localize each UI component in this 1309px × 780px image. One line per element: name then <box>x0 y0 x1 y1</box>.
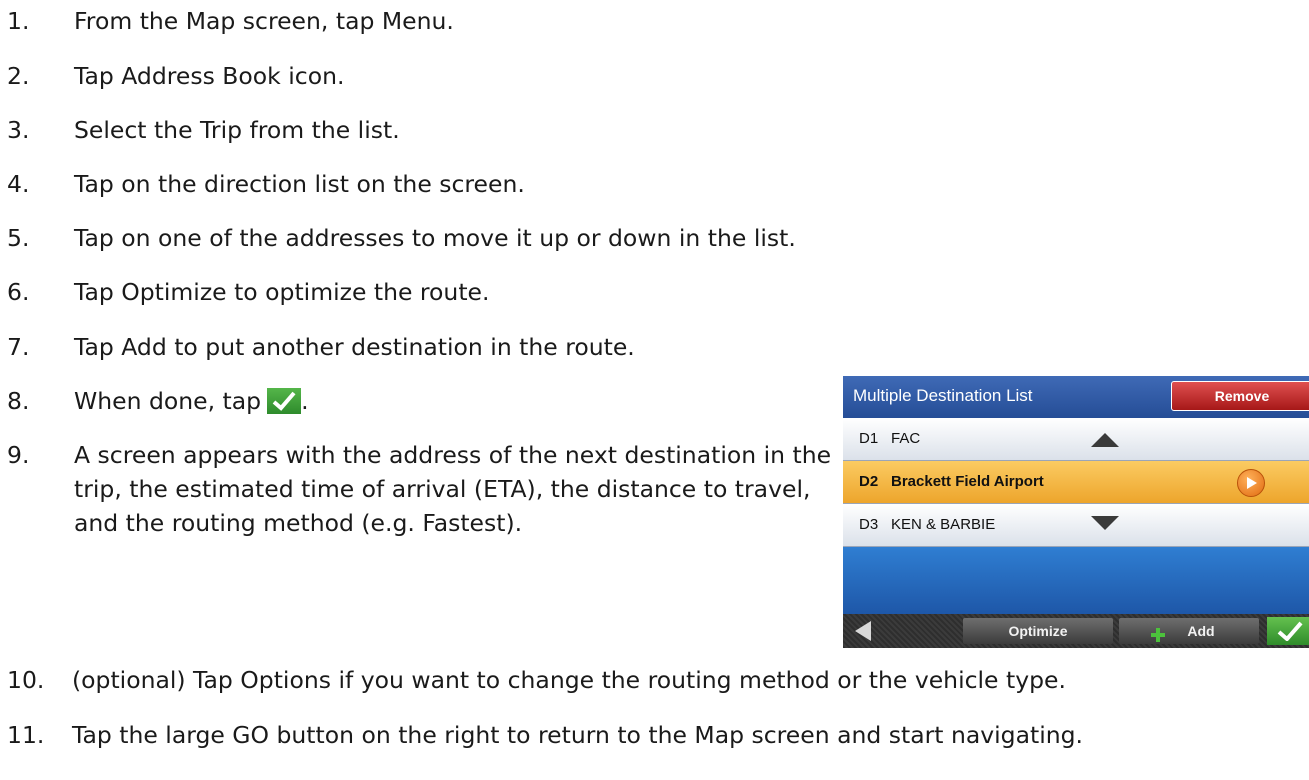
row-name: Brackett Field Airport <box>891 473 1044 490</box>
plus-icon <box>1151 624 1165 648</box>
step-text: Select the Trip from the list. <box>74 116 400 144</box>
row-label: D3 <box>859 516 879 533</box>
row-name: FAC <box>891 430 921 447</box>
step-number: 5. <box>7 224 30 252</box>
step-number: 3. <box>7 116 30 144</box>
step-text: A screen appears with the address of the… <box>74 441 832 537</box>
device-title: Multiple Destination List <box>853 386 1033 405</box>
step-text: Tap Address Book icon. <box>74 62 345 90</box>
step-suffix: . <box>301 387 309 415</box>
step-number: 6. <box>7 278 30 306</box>
row-label: D2 <box>859 473 879 490</box>
device-screenshot: Multiple Destination List Remove D1 FAC … <box>843 376 1309 648</box>
add-button[interactable]: Add <box>1119 618 1259 644</box>
device-footer: Optimize Add <box>843 614 1309 648</box>
step-number: 11. <box>7 721 45 749</box>
move-down-icon[interactable] <box>1091 516 1119 534</box>
step-text: Tap on one of the addresses to move it u… <box>74 224 796 252</box>
step-text: (optional) Tap Options if you want to ch… <box>72 666 1066 694</box>
empty-list-area <box>843 547 1309 614</box>
confirm-button[interactable] <box>1267 617 1309 645</box>
device-header: Multiple Destination List Remove <box>843 376 1309 418</box>
step-text: Tap Add to put another destination in th… <box>74 333 635 361</box>
step-text: When done, tap. <box>74 384 309 418</box>
destination-row-d1[interactable]: D1 FAC <box>843 418 1309 461</box>
back-arrow-icon[interactable] <box>851 619 875 648</box>
step-number: 1. <box>7 7 30 35</box>
step-text: Tap on the direction list on the screen. <box>74 170 525 198</box>
checkmark-icon <box>267 388 302 414</box>
destination-row-d2[interactable]: D2 Brackett Field Airport <box>843 461 1309 504</box>
step-text: Tap Optimize to optimize the route. <box>74 278 490 306</box>
row-label: D1 <box>859 430 879 447</box>
step-number: 4. <box>7 170 30 198</box>
row-name: KEN & BARBIE <box>891 516 996 533</box>
step-number: 10. <box>7 666 45 694</box>
step-text-main: When done, tap <box>74 387 262 415</box>
step-number: 2. <box>7 62 30 90</box>
step-number: 7. <box>7 333 30 361</box>
remove-button[interactable]: Remove <box>1171 381 1309 411</box>
step-number: 8. <box>7 387 30 415</box>
step-text: Tap the large GO button on the right to … <box>72 721 1084 749</box>
destination-row-d3[interactable]: D3 KEN & BARBIE <box>843 504 1309 547</box>
checkmark-icon <box>1277 621 1303 641</box>
add-label: Add <box>1187 623 1215 639</box>
go-arrow-icon[interactable] <box>1237 469 1265 497</box>
step-number: 9. <box>7 441 30 469</box>
optimize-button[interactable]: Optimize <box>963 618 1113 644</box>
step-text: From the Map screen, tap Menu. <box>74 7 454 35</box>
move-up-icon[interactable] <box>1091 433 1119 451</box>
